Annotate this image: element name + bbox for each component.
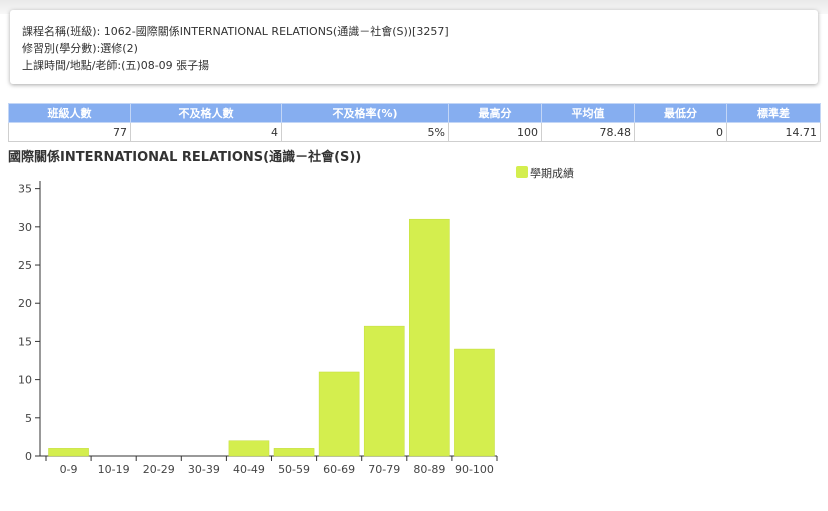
histogram-chart: 0 5 10 15 20 25 30 35 0-9 10-19 20-29 30-39 40-49 50-… [18,166,574,476]
stats-value-cell: 5% [281,122,449,142]
x-tick-label: 30-39 [188,463,220,476]
stats-value-cell: 77 [8,122,131,142]
legend-swatch [516,166,528,178]
bar [454,348,495,457]
stats-header-cell: 不及格人數 [130,103,282,123]
y-tick-label: 35 [18,183,32,196]
y-tick-label: 5 [25,412,32,425]
bar [318,371,360,457]
x-tick-label: 90-100 [455,463,494,476]
stats-value-cell: 14.71 [726,122,821,142]
x-tick-label: 40-49 [233,463,265,476]
x-tick-label: 0-9 [60,463,78,476]
stats-table: 班級人數 不及格人數 不及格率(%) 最高分 平均值 最低分 標準差 77 4 … [8,103,821,142]
x-tick-label: 70-79 [368,463,400,476]
bar [409,218,450,457]
course-name: 課程名稱(班級): 1062-國際關係INTERNATIONAL RELATIO… [22,25,449,38]
stats-header-cell: 最高分 [448,103,542,123]
y-tick-label: 20 [18,297,32,310]
y-tick-label: 10 [18,374,32,387]
stats-value-cell: 0 [634,122,727,142]
stats-header-cell: 班級人數 [8,103,131,123]
y-tick-label: 15 [18,335,32,348]
stats-header-cell: 平均值 [541,103,635,123]
stats-header-cell: 最低分 [634,103,727,123]
y-tick-label: 0 [25,450,32,463]
course-type: 修習別(學分數):選修(2) [22,42,138,55]
stats-value-cell: 4 [130,122,282,142]
bar [363,325,405,457]
stats-header-cell: 標準差 [726,103,821,123]
x-tick-label: 80-89 [413,463,445,476]
x-tick-label: 10-19 [98,463,130,476]
course-info-card: 課程名稱(班級): 1062-國際關係INTERNATIONAL RELATIO… [10,10,818,84]
legend-label: 學期成績 [530,166,574,180]
stats-header-row: 班級人數 不及格人數 不及格率(%) 最高分 平均值 最低分 標準差 [8,103,821,123]
bar [228,440,270,457]
course-time: 上課時間/地點/老師:(五)08-09 張子揚 [22,59,210,72]
y-tick-label: 30 [18,221,32,234]
bar [273,448,315,457]
x-tick-label: 50-59 [278,463,310,476]
stats-value-cell: 100 [448,122,542,142]
y-tick-label: 25 [18,259,32,272]
stats-value-cell: 78.48 [541,122,635,142]
bar [48,448,89,457]
stats-value-row: 77 4 5% 100 78.48 0 14.71 [8,122,821,142]
stats-header-cell: 不及格率(%) [281,103,449,123]
x-tick-label: 60-69 [323,463,355,476]
x-tick-label: 20-29 [143,463,175,476]
